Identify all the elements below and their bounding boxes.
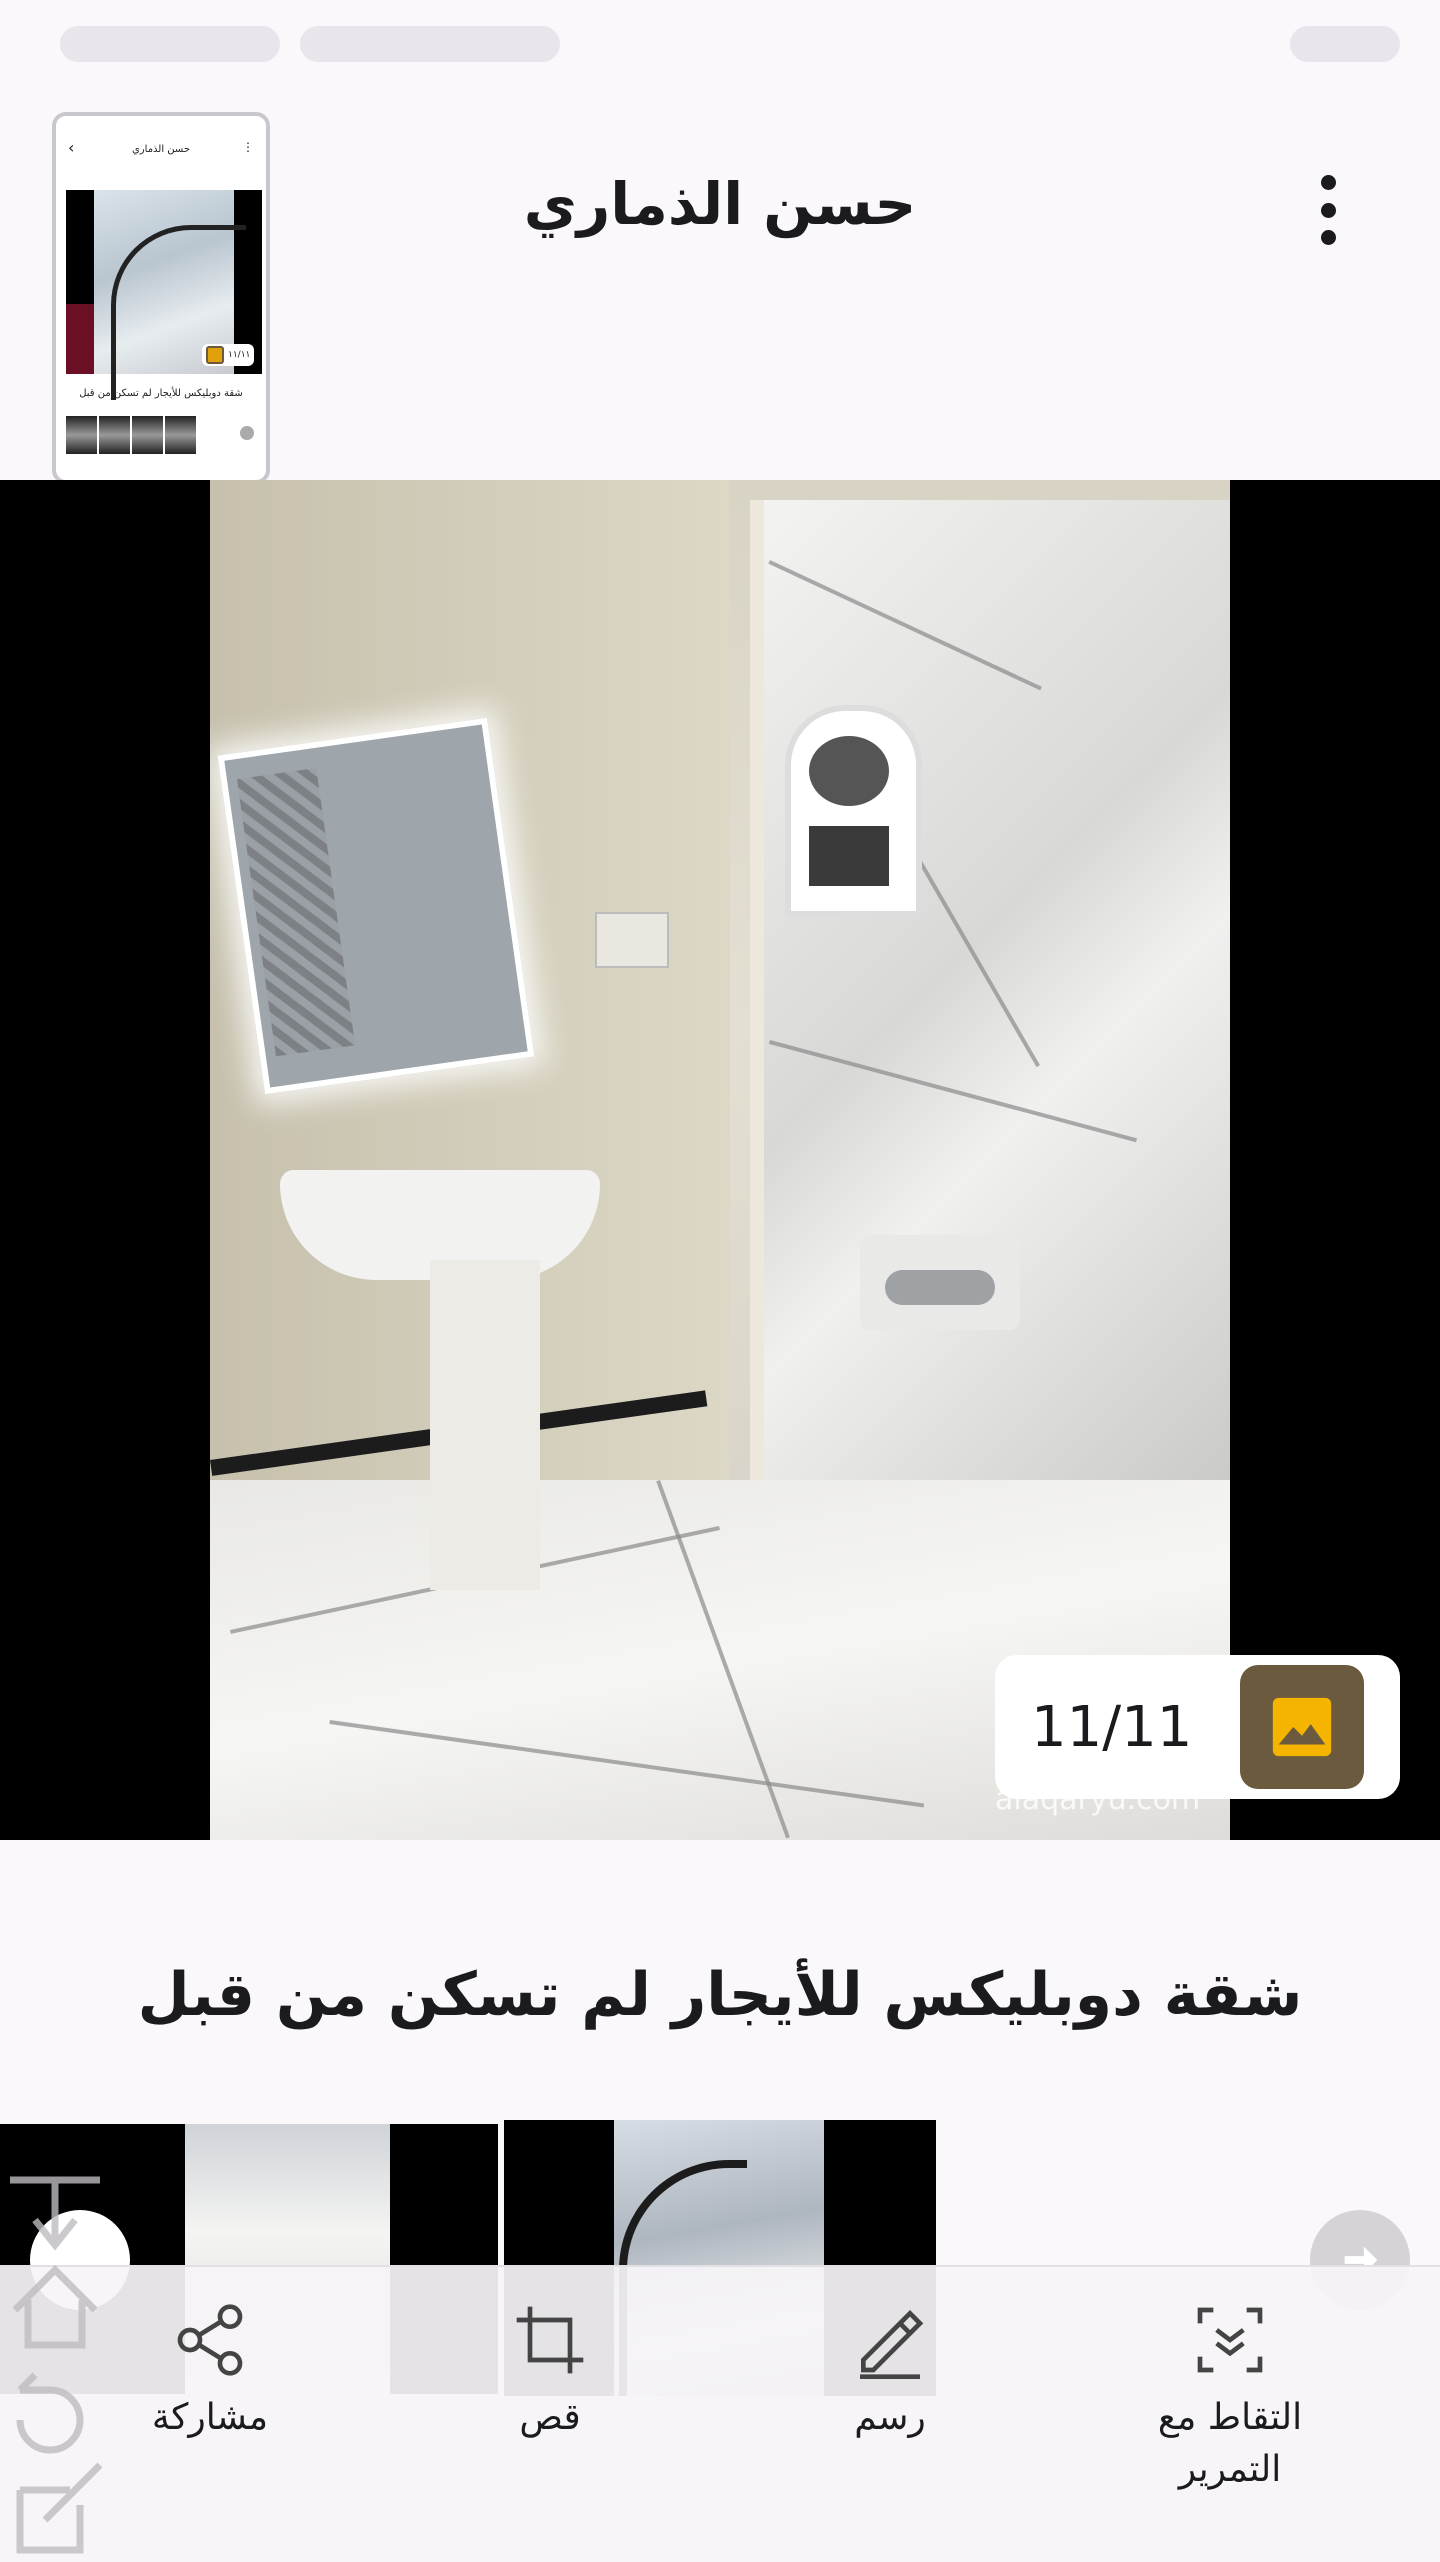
preview-image: ١١/١١ xyxy=(66,190,262,400)
floating-side-controls xyxy=(10,2176,103,2554)
share-label: مشاركة xyxy=(151,2397,269,2438)
status-icons xyxy=(300,26,560,62)
scroll-capture-label: التقاط مع التمرير xyxy=(1157,2397,1303,2490)
draw-button[interactable]: رسم xyxy=(760,2300,1020,2444)
preview-strip xyxy=(66,416,196,454)
crop-button[interactable]: قص xyxy=(420,2300,680,2444)
image-counter-badge[interactable]: 11/11 xyxy=(995,1655,1400,1799)
crop-label: قص xyxy=(519,2397,581,2438)
photo-viewer[interactable]: alaqaryu.com xyxy=(0,480,1440,1840)
pencil-icon xyxy=(860,2310,924,2379)
crop-icon xyxy=(516,2306,584,2374)
scroll-capture-icon xyxy=(1197,2307,1263,2373)
more-vert-icon: ⋮ xyxy=(242,140,254,154)
battery-icon xyxy=(1290,26,1400,62)
preview-title: حسن الذماري xyxy=(131,144,191,155)
more-vert-icon[interactable] xyxy=(1300,165,1356,255)
listing-caption: شقة دوبليكس للأيجار لم تسكن من قبل xyxy=(137,1960,1303,2030)
status-time xyxy=(60,26,280,62)
screenshot-preview-thumbnail[interactable]: ‹ حسن الذماري ⋮ ١١/١١ شقة دوبليكس للأيجا… xyxy=(52,112,270,484)
image-icon xyxy=(1240,1665,1364,1789)
share-button[interactable]: مشاركة xyxy=(80,2300,340,2444)
status-bar xyxy=(0,0,1440,100)
page-title: حسن الذماري xyxy=(523,170,917,238)
listing-photo: alaqaryu.com xyxy=(210,480,1230,1840)
draw-label: رسم xyxy=(854,2397,926,2438)
share-icon xyxy=(177,2304,243,2376)
preview-counter: ١١/١١ xyxy=(202,344,254,366)
preview-caption: شقة دوبليكس للأيجار لم تسكن من قبل xyxy=(79,388,243,399)
preview-next-icon xyxy=(240,426,254,440)
image-counter: 11/11 xyxy=(1031,1694,1193,1760)
scroll-capture-button[interactable]: التقاط مع التمرير xyxy=(1100,2300,1360,2496)
